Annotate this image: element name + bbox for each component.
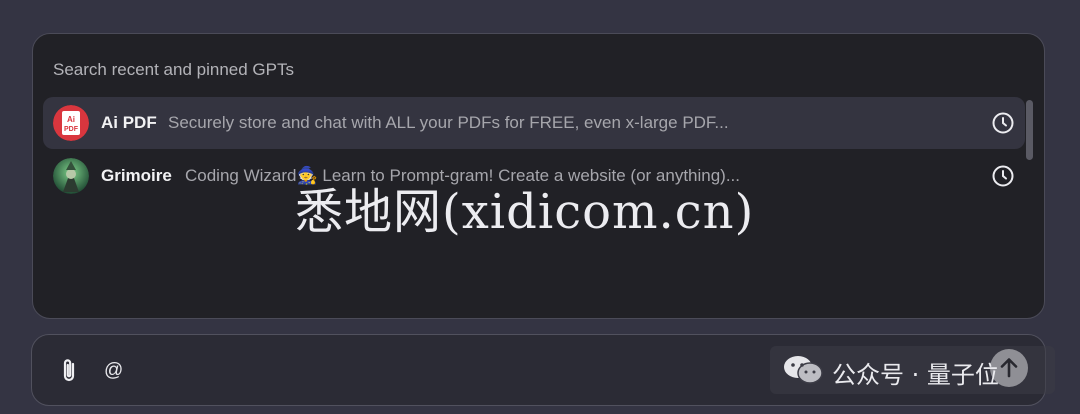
paperclip-icon[interactable]	[57, 357, 81, 385]
gpt-name: Ai PDF	[101, 113, 157, 132]
gpt-description: Securely store and chat with ALL your PD…	[168, 113, 729, 132]
grimoire-avatar	[53, 158, 89, 194]
watermark-text: 悉地网(xidicom.cn)	[295, 184, 755, 240]
svg-text:PDF: PDF	[64, 126, 79, 133]
composer-input[interactable]: @	[104, 360, 123, 382]
wechat-icon	[784, 356, 823, 384]
search-label: Search recent and pinned GPTs	[53, 60, 294, 79]
ai-pdf-avatar: Ai PDF	[53, 105, 89, 141]
scrollbar[interactable]	[1026, 100, 1033, 160]
clock-icon	[992, 112, 1014, 134]
wechat-watermark-text: 公众号 · 量子位	[832, 361, 999, 389]
list-item-ai-pdf[interactable]: Ai PDF Ai PDF Securely store and chat wi…	[43, 97, 1025, 149]
gpt-name: Grimoire	[101, 166, 172, 185]
svg-text:Ai: Ai	[67, 115, 75, 124]
wechat-watermark: 公众号 · 量子位	[770, 346, 1055, 394]
clock-icon	[992, 165, 1014, 187]
